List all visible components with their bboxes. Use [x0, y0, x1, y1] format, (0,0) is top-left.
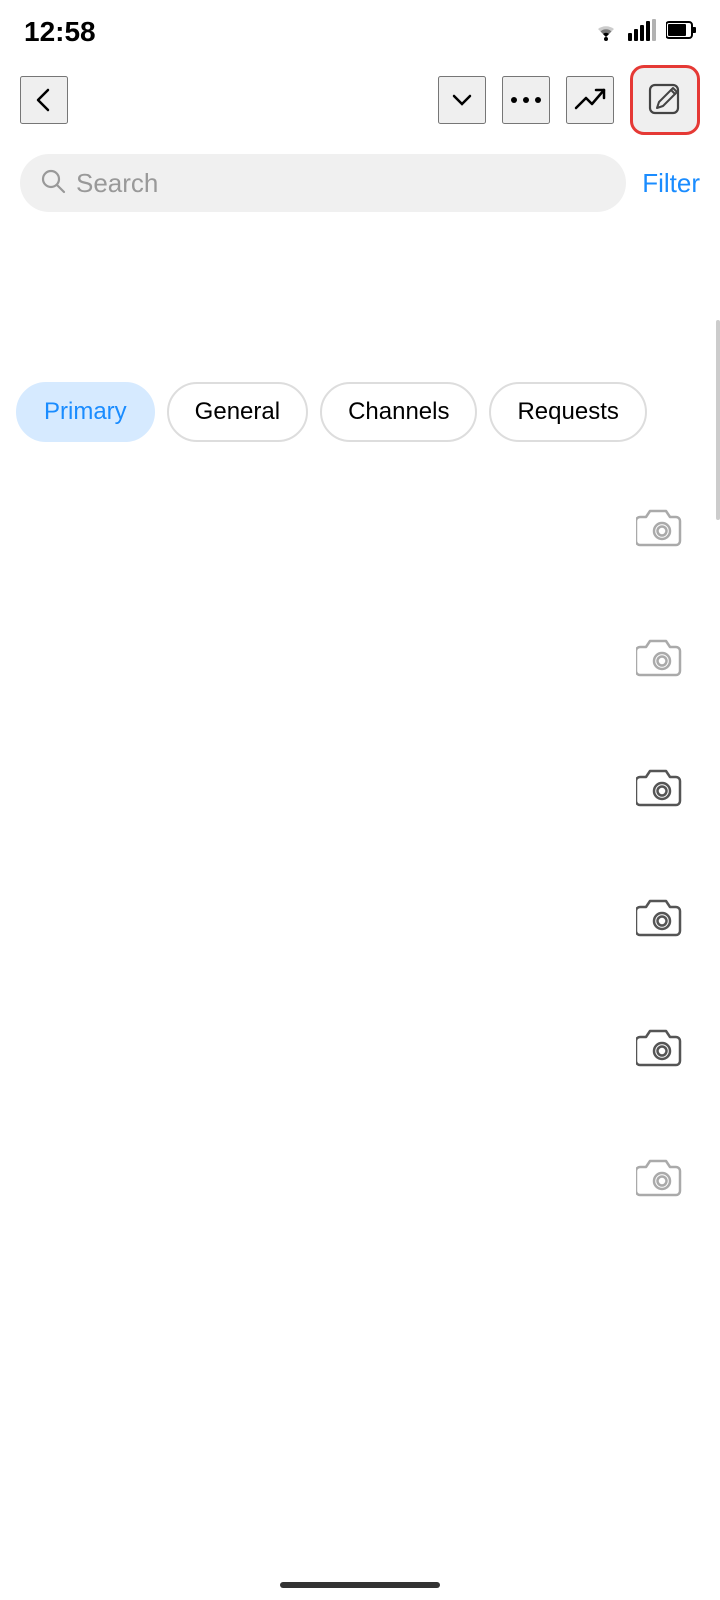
trending-button[interactable]: [566, 76, 614, 124]
camera-icon: [634, 1019, 690, 1075]
status-time: 12:58: [24, 16, 96, 48]
list-item: [0, 592, 720, 722]
status-bar: 12:58: [0, 0, 720, 60]
list-item: [0, 1112, 720, 1242]
search-container: Search Filter: [0, 144, 720, 222]
compose-button[interactable]: [630, 65, 700, 135]
camera-icon: [634, 889, 690, 945]
camera-icon: [634, 629, 690, 685]
camera-list: [0, 462, 720, 1242]
filter-button[interactable]: Filter: [642, 168, 700, 199]
dropdown-button[interactable]: [438, 76, 486, 124]
more-options-button[interactable]: [502, 76, 550, 124]
home-indicator: [280, 1582, 440, 1588]
battery-icon: [666, 20, 696, 45]
back-button[interactable]: [20, 76, 68, 124]
camera-icon: [634, 499, 690, 555]
list-item: [0, 462, 720, 592]
list-item: [0, 982, 720, 1112]
nav-left: [20, 76, 68, 124]
search-placeholder: Search: [76, 168, 606, 199]
tab-primary[interactable]: Primary: [16, 382, 155, 442]
tab-channels[interactable]: Channels: [320, 382, 477, 442]
nav-right: [438, 65, 700, 135]
wifi-icon: [592, 19, 620, 46]
tab-bar: Primary General Channels Requests: [0, 362, 720, 462]
tab-general[interactable]: General: [167, 382, 308, 442]
tab-requests[interactable]: Requests: [489, 382, 646, 442]
scrollbar-indicator: [716, 320, 720, 520]
list-item: [0, 722, 720, 852]
search-bar[interactable]: Search: [20, 154, 626, 212]
signal-icon: [628, 19, 658, 46]
camera-icon: [634, 1149, 690, 1205]
camera-icon: [634, 759, 690, 815]
list-item: [0, 852, 720, 982]
search-icon: [40, 168, 66, 199]
nav-bar: [0, 60, 720, 140]
status-icons: [592, 19, 696, 46]
